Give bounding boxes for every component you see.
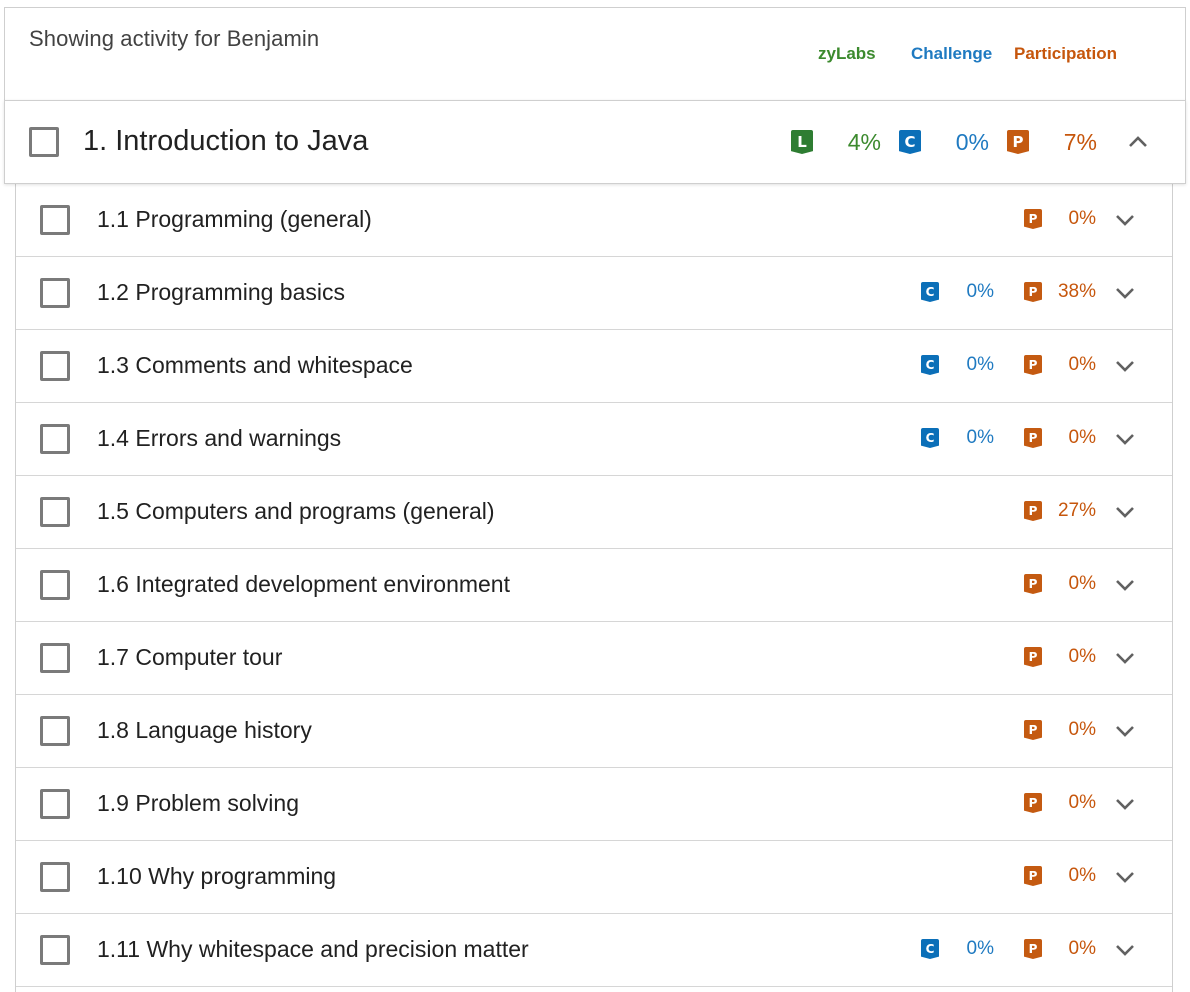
section-title: 1.3 Comments and whitespace	[97, 352, 413, 378]
legend-zylabs: zyLabs	[818, 44, 876, 63]
section-checkbox[interactable]	[40, 716, 70, 746]
section-participation-pct: 0%	[1068, 719, 1096, 740]
section-row[interactable]: 1.6 Integrated development environment P 0…	[16, 549, 1172, 622]
section-checkbox[interactable]	[40, 862, 70, 892]
section-row[interactable]: 1.2 Programming basics C 0% P 38%	[16, 257, 1172, 330]
section-participation-pct: 0%	[1068, 792, 1096, 813]
section-checkbox[interactable]	[40, 935, 70, 965]
activity-header: Showing activity for Benjamin zyLabs Cha…	[4, 7, 1186, 101]
chevron-down-icon[interactable]	[1114, 355, 1136, 377]
section-participation-pct: 0%	[1068, 573, 1096, 594]
section-row[interactable]: 1.3 Comments and whitespace C 0% P 0%	[16, 330, 1172, 403]
section-row[interactable]: 1.7 Computer tour P 0%	[16, 622, 1172, 695]
section-title: 1.9 Problem solving	[97, 790, 299, 816]
section-title: 1.6 Integrated development environment	[97, 571, 510, 597]
chapter-lab-pct: 4%	[847, 129, 881, 155]
section-row[interactable]: 1.10 Why programming P 0%	[16, 841, 1172, 914]
section-participation-pct: 27%	[1057, 500, 1096, 521]
section-participation-pct: 0%	[1068, 865, 1096, 886]
section-title: 1.1 Programming (general)	[97, 206, 372, 232]
section-row[interactable]: 1.11 Why whitespace and precision matter…	[16, 914, 1172, 987]
section-participation-pct: 0%	[1068, 354, 1096, 375]
section-participation-pct: 0%	[1068, 427, 1096, 448]
section-checkbox[interactable]	[40, 643, 70, 673]
section-row[interactable]: 1.9 Problem solving P 0%	[16, 768, 1172, 841]
chapter-challenge-pct: 0%	[955, 129, 989, 155]
section-challenge-pct: 0%	[966, 938, 994, 959]
legend-participation: Participation	[1014, 44, 1117, 63]
section-list: 1.1 Programming (general) P 0% 1.2 Programm…	[15, 184, 1173, 992]
section-checkbox[interactable]	[40, 278, 70, 308]
chevron-up-icon[interactable]	[1127, 131, 1149, 153]
chevron-down-icon[interactable]	[1114, 282, 1136, 304]
chevron-down-icon[interactable]	[1114, 866, 1136, 888]
section-row[interactable]: 1.4 Errors and warnings C 0% P 0%	[16, 403, 1172, 476]
legend-challenge: Challenge	[911, 44, 993, 63]
chevron-down-icon[interactable]	[1114, 793, 1136, 815]
section-title: 1.2 Programming basics	[97, 279, 345, 305]
section-checkbox[interactable]	[40, 789, 70, 819]
chevron-down-icon[interactable]	[1114, 939, 1136, 961]
section-participation-pct: 0%	[1068, 646, 1096, 667]
chevron-down-icon[interactable]	[1114, 647, 1136, 669]
section-checkbox[interactable]	[40, 351, 70, 381]
participation-badge-icon: P	[1007, 130, 1029, 154]
section-row[interactable]: 1.1 Programming (general) P 0%	[16, 184, 1172, 257]
chevron-down-icon[interactable]	[1114, 720, 1136, 742]
section-title: 1.8 Language history	[97, 717, 312, 743]
section-checkbox[interactable]	[40, 497, 70, 527]
challenge-badge-icon: C	[899, 130, 921, 154]
section-checkbox[interactable]	[40, 205, 70, 235]
chevron-down-icon[interactable]	[1114, 501, 1136, 523]
chapter-title: 1. Introduction to Java	[83, 125, 369, 157]
chapter-row[interactable]: 1. Introduction to Java L 4% C 0% P 7%	[4, 100, 1186, 184]
activity-owner-text: Showing activity for Benjamin	[29, 26, 320, 51]
section-title: 1.11 Why whitespace and precision matter	[97, 936, 529, 962]
chapter-checkbox[interactable]	[29, 127, 59, 157]
section-row[interactable]: 1.8 Language history P 0%	[16, 695, 1172, 768]
section-participation-pct: 0%	[1068, 938, 1096, 959]
chevron-down-icon[interactable]	[1114, 574, 1136, 596]
section-row[interactable]: 1.5 Computers and programs (general) P 27%	[16, 476, 1172, 549]
section-title: 1.5 Computers and programs (general)	[97, 498, 495, 524]
section-participation-pct: 0%	[1068, 208, 1096, 229]
zylabs-badge-icon: L	[791, 130, 813, 154]
chapter-participation-pct: 7%	[1063, 129, 1097, 155]
section-challenge-pct: 0%	[966, 354, 994, 375]
section-challenge-pct: 0%	[966, 427, 994, 448]
section-title: 1.10 Why programming	[97, 863, 337, 889]
section-title: 1.7 Computer tour	[97, 644, 283, 670]
section-checkbox[interactable]	[40, 570, 70, 600]
activity-page: Showing activity for Benjamin zyLabs Cha…	[0, 0, 1190, 992]
section-checkbox[interactable]	[40, 424, 70, 454]
section-title: 1.4 Errors and warnings	[97, 425, 342, 451]
section-challenge-pct: 0%	[966, 281, 994, 302]
chevron-down-icon[interactable]	[1114, 209, 1136, 231]
chevron-down-icon[interactable]	[1114, 428, 1136, 450]
section-participation-pct: 38%	[1057, 281, 1096, 302]
